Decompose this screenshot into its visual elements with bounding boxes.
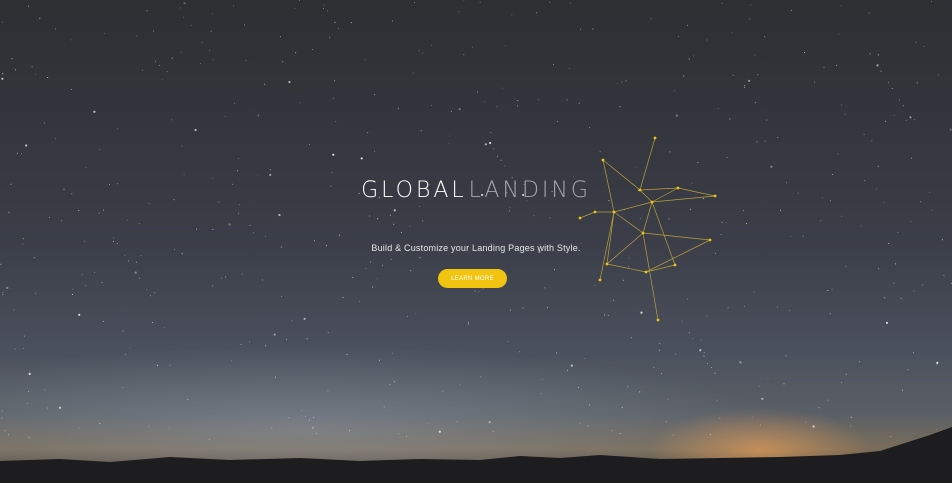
network-node xyxy=(641,231,645,235)
network-line xyxy=(651,201,676,266)
page-title: GLOBALLANDING xyxy=(0,178,952,203)
network-node xyxy=(612,210,616,214)
network-line xyxy=(642,201,653,234)
mountain-horizon-silhouette xyxy=(0,427,952,483)
network-node xyxy=(605,262,609,266)
network-line xyxy=(606,263,647,273)
network-node xyxy=(656,318,660,322)
network-line xyxy=(613,211,644,234)
network-node xyxy=(601,158,605,162)
network-node xyxy=(653,136,657,140)
network-node xyxy=(593,210,597,214)
network-line xyxy=(613,201,653,213)
network-node xyxy=(673,263,677,267)
title-bold: GLOBAL xyxy=(361,178,467,203)
network-node xyxy=(598,278,602,282)
hero-section: GLOBALLANDING Build & Customize your Lan… xyxy=(0,0,952,483)
network-line xyxy=(642,232,711,241)
hero-subtitle: Build & Customize your Landing Pages wit… xyxy=(371,243,581,253)
network-node xyxy=(578,216,582,220)
network-line xyxy=(579,211,596,219)
network-node xyxy=(644,270,648,274)
title-light: LANDING xyxy=(468,178,591,203)
starfield-background xyxy=(0,0,952,440)
network-line xyxy=(645,264,676,273)
learn-more-button[interactable]: LEARN MORE xyxy=(438,269,507,288)
network-node xyxy=(708,238,712,242)
network-line xyxy=(606,211,615,265)
constellation-network-graphic xyxy=(578,136,717,322)
